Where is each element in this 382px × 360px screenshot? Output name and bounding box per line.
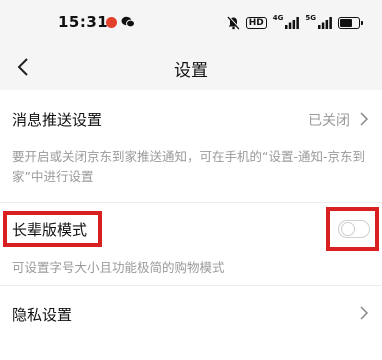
status-icons: HD 4G 5G [227,13,363,31]
elder-mode-row: 长辈版模式 可设置字号大小且功能极简的购物模式 [0,203,382,283]
wechat-icon [121,16,135,28]
privacy-settings-row[interactable]: 隐私设置 [0,286,382,360]
chevron-right-icon [360,306,369,320]
elder-mode-toggle[interactable] [338,220,370,238]
nav-bar: 设置 [0,46,382,90]
signal-5g-label: 5G [305,13,316,22]
status-bar: 15:31 HD 4G 5G [0,0,382,46]
push-settings-row[interactable]: 消息推送设置 已关闭 要开启或关闭京东到家推送通知，可在手机的“设置-通知-京东… [0,90,382,202]
push-settings-title: 消息推送设置 [12,111,103,129]
battery-icon [338,17,363,29]
toggle-knob [341,222,355,236]
mute-icon [227,16,240,30]
privacy-settings-title: 隐私设置 [12,306,73,324]
signal-4g-icon [285,17,300,29]
elder-mode-description: 可设置字号大小且功能极简的购物模式 [12,260,225,275]
signal-4g-label: 4G [272,13,284,22]
push-settings-description: 要开启或关闭京东到家推送通知，可在手机的“设置-通知-京东到家”中进行设置 [12,149,365,184]
app-notification-icon [106,17,117,28]
hd-icon: HD [245,17,267,29]
elder-mode-title: 长辈版模式 [12,221,88,239]
settings-list: 消息推送设置 已关闭 要开启或关闭京东到家推送通知，可在手机的“设置-通知-京东… [0,90,382,360]
push-settings-value: 已关闭 [308,113,350,129]
chevron-right-icon [360,112,369,126]
status-time: 15:31 [58,13,109,31]
page-title: 设置 [174,61,208,81]
signal-5g-icon [318,17,332,29]
